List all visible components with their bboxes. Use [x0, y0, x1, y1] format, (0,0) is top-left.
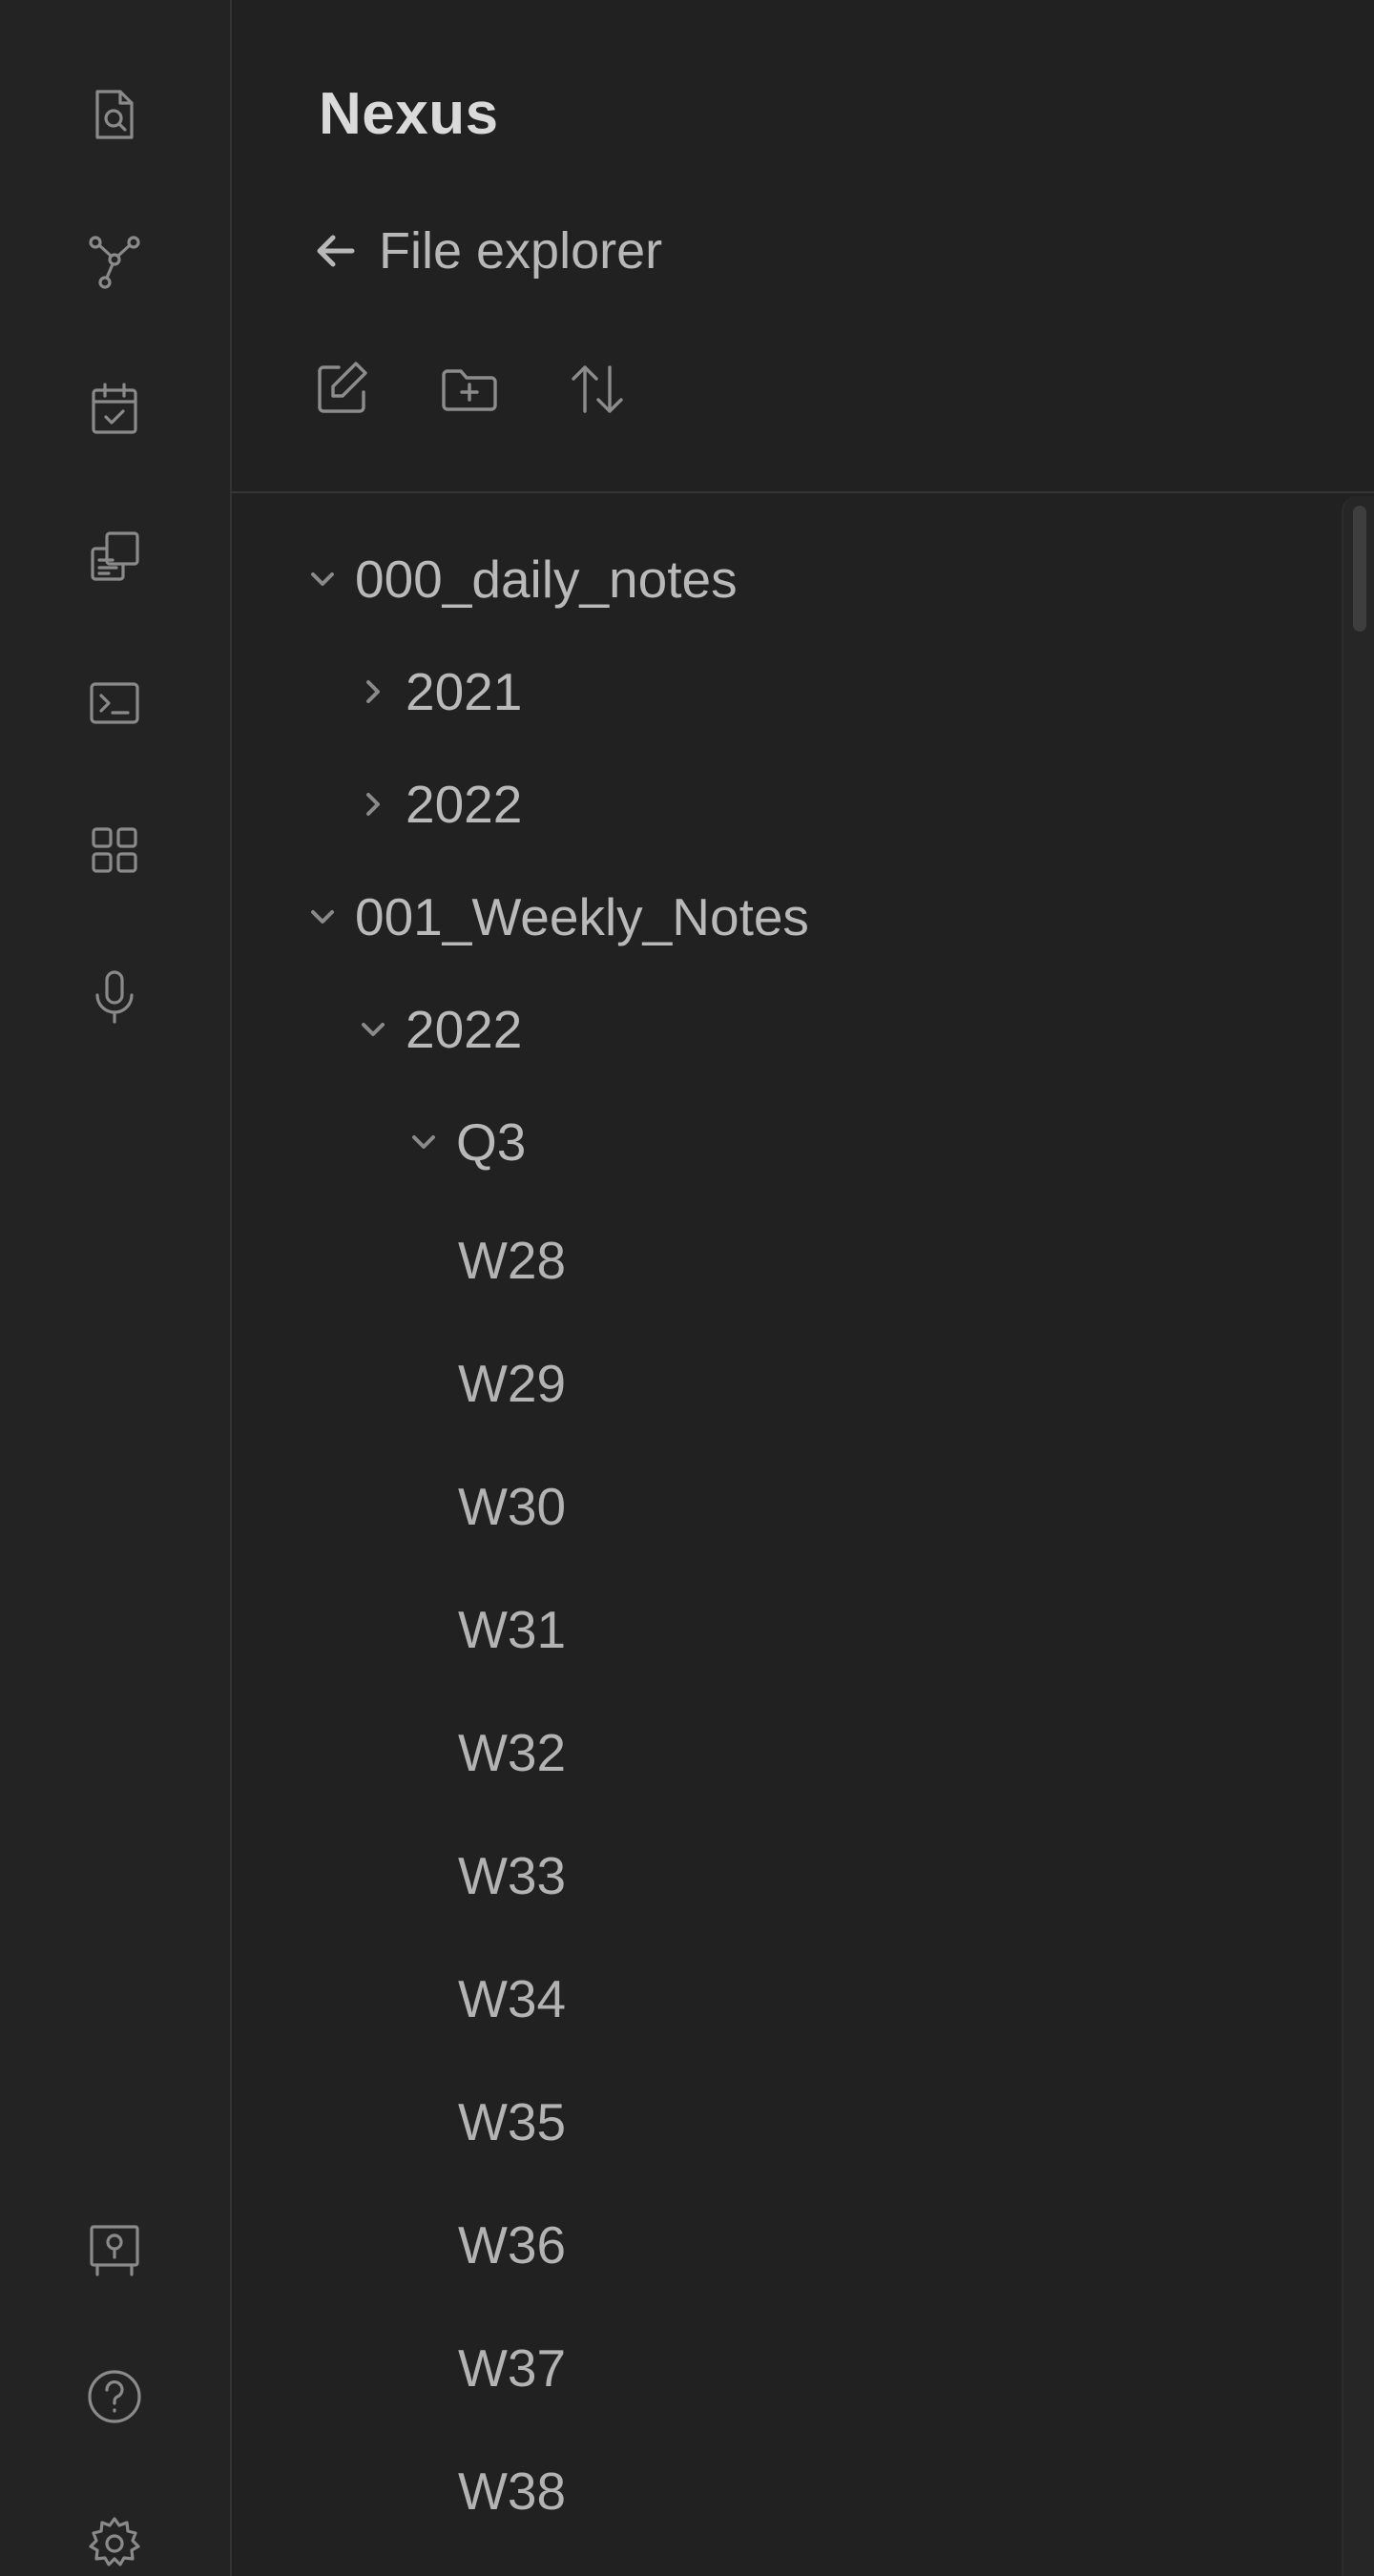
plugins-icon[interactable]: [69, 804, 160, 896]
tree-folder[interactable]: 001_Weekly_Notes: [303, 869, 809, 965]
tree-item-label: W37: [458, 2338, 567, 2398]
tree-file[interactable]: W29: [458, 1336, 566, 1431]
chevron-down-icon[interactable]: [303, 560, 342, 598]
tree-file[interactable]: W35: [458, 2074, 566, 2170]
chevron-down-icon[interactable]: [303, 898, 342, 936]
tree-folder[interactable]: 2021: [354, 644, 522, 739]
quick-switcher-icon[interactable]: [69, 69, 160, 160]
tree-folder[interactable]: 2022: [354, 757, 522, 852]
explorer-toolbar: [310, 358, 629, 421]
tree-file[interactable]: W33: [458, 1828, 566, 1923]
tree-file[interactable]: W34: [458, 1951, 566, 2046]
sort-button[interactable]: [566, 358, 629, 421]
tree-file[interactable]: W31: [458, 1582, 566, 1677]
chevron-right-icon[interactable]: [354, 785, 392, 823]
command-palette-icon[interactable]: [69, 657, 160, 749]
tree-file[interactable]: W30: [458, 1459, 566, 1554]
tree-item-label: W38: [458, 2462, 567, 2521]
back-to-file-explorer[interactable]: File explorer: [310, 218, 662, 284]
graph-view-icon[interactable]: [69, 216, 160, 307]
scrollbar[interactable]: [1342, 496, 1374, 2576]
back-label: File explorer: [379, 222, 663, 280]
arrow-left-icon: [317, 235, 355, 267]
tree-folder[interactable]: 000_daily_notes: [303, 531, 738, 627]
file-explorer-panel: Nexus File explorer 000_daily_notes 2021 2…: [232, 0, 1374, 2576]
tree-folder[interactable]: 2022: [354, 982, 522, 1077]
tree-file[interactable]: W32: [458, 1705, 566, 1800]
help-icon[interactable]: [69, 2351, 160, 2442]
scrollbar-thumb[interactable]: [1353, 506, 1366, 632]
tree-item-label: W28: [458, 1231, 567, 1290]
tree-item-label: 2022: [406, 1000, 523, 1059]
sort-icon: [572, 365, 623, 413]
tree-item-label: W36: [458, 2215, 567, 2275]
tree-folder[interactable]: Q3: [405, 1094, 526, 1190]
tree-file[interactable]: W28: [458, 1213, 566, 1308]
tree-item-label: W30: [458, 1477, 567, 1536]
new-folder-button[interactable]: [438, 358, 501, 421]
tree-item-label: 001_Weekly_Notes: [355, 887, 809, 946]
tree-file[interactable]: W36: [458, 2197, 566, 2293]
tree-item-label: 2021: [406, 662, 523, 721]
tree-item-label: 000_daily_notes: [355, 550, 738, 609]
settings-icon[interactable]: [69, 2498, 160, 2576]
tree-item-label: W33: [458, 1846, 567, 1905]
tree-item-label: W29: [458, 1354, 567, 1413]
tree-file[interactable]: W37: [458, 2320, 566, 2416]
tree-item-label: W32: [458, 1723, 567, 1782]
vault-name: Nexus: [319, 81, 499, 147]
tree-item-label: Q3: [456, 1112, 527, 1172]
new-note-button[interactable]: [310, 358, 373, 421]
new-note-icon: [318, 362, 367, 413]
tree-item-label: W34: [458, 1969, 567, 2028]
left-ribbon: [0, 0, 232, 2576]
file-tree: 000_daily_notes 2021 2022 001_Weekly_Notes 2…: [232, 493, 1339, 2576]
chevron-right-icon[interactable]: [354, 673, 392, 711]
tree-item-label: W31: [458, 1600, 567, 1659]
tree-item-label: 2022: [406, 775, 523, 834]
audio-recorder-icon[interactable]: [69, 951, 160, 1043]
chevron-down-icon[interactable]: [354, 1010, 392, 1049]
tree-item-label: W35: [458, 2092, 567, 2151]
vault-switcher-icon[interactable]: [69, 2204, 160, 2296]
new-folder-icon: [442, 369, 497, 411]
templates-icon[interactable]: [69, 510, 160, 602]
daily-note-icon[interactable]: [69, 364, 160, 455]
tree-file[interactable]: W38: [458, 2443, 566, 2539]
app-window: Nexus File explorer 000_daily_notes 2021 2…: [0, 0, 1374, 2576]
chevron-down-icon[interactable]: [405, 1123, 443, 1161]
